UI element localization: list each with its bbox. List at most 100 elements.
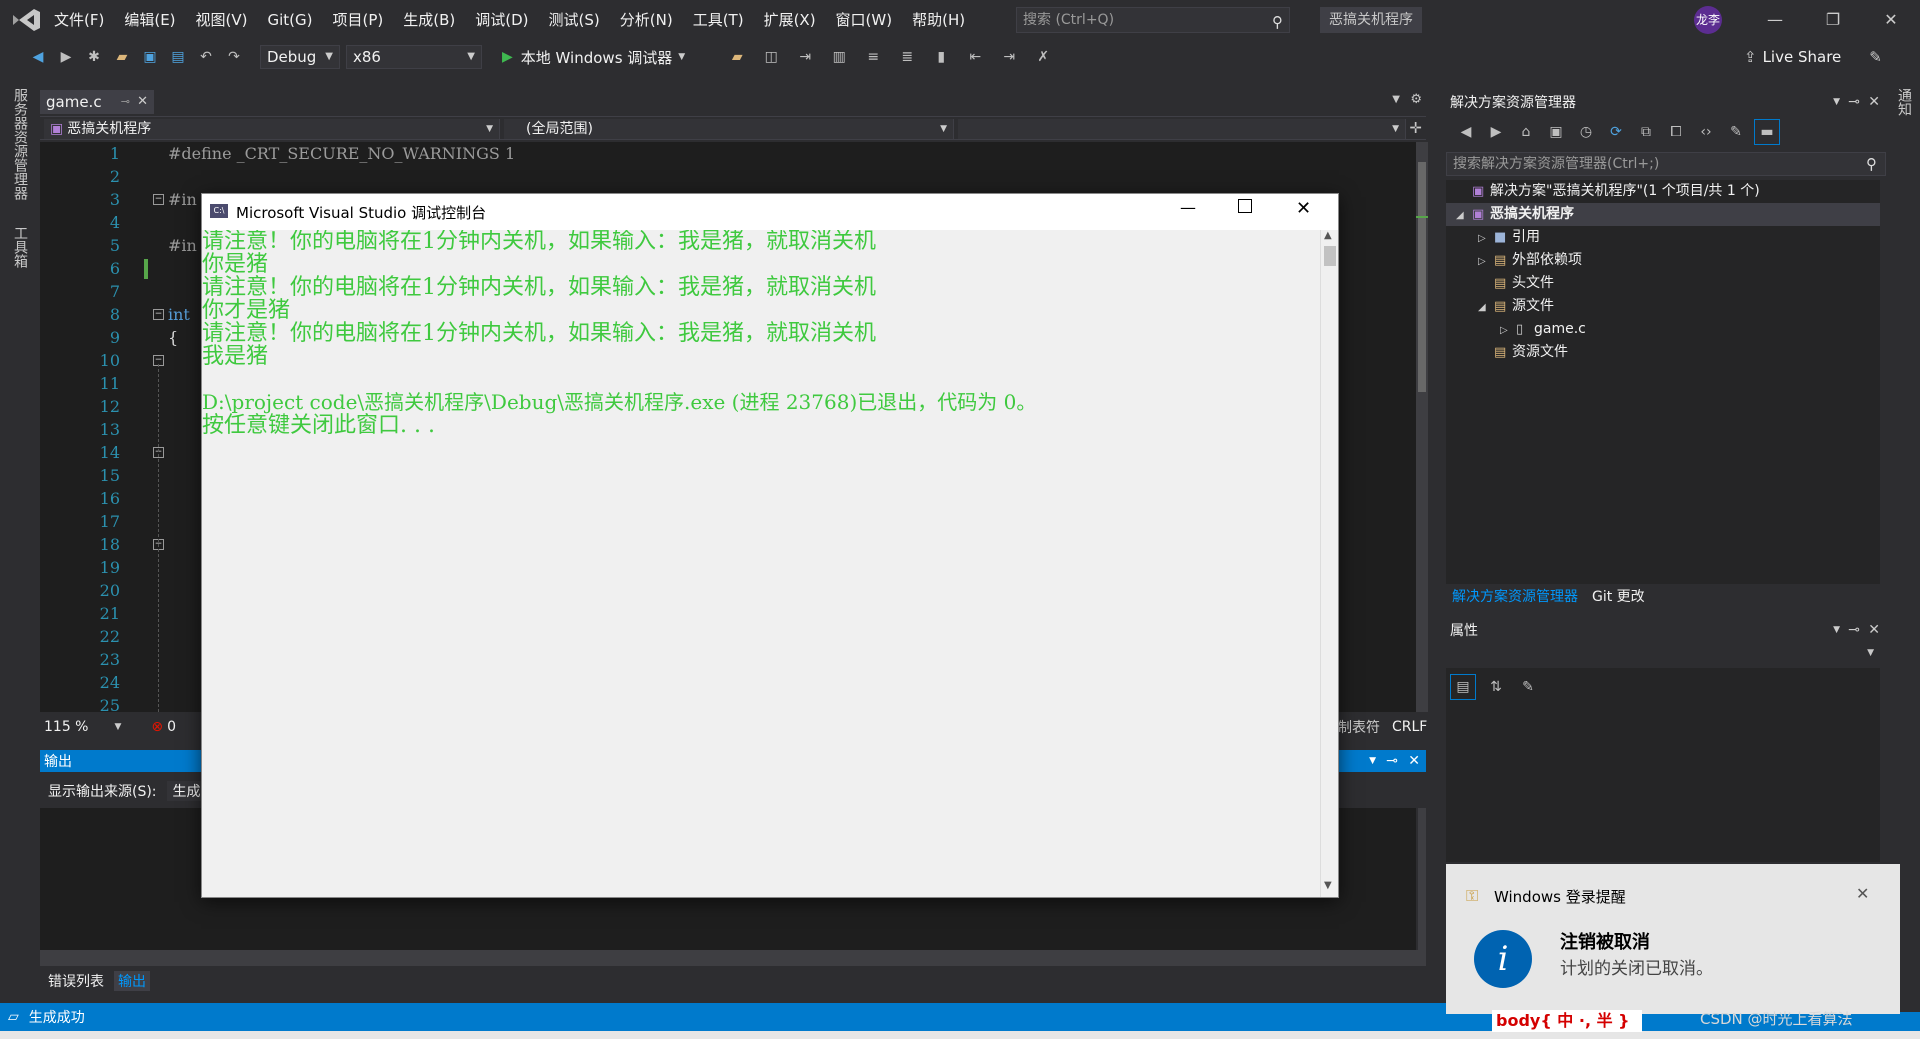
close-icon[interactable]: ✕ xyxy=(1408,753,1420,769)
collapse-icon[interactable]: − xyxy=(153,194,164,205)
tab-overflow-icon[interactable]: ▼ xyxy=(1392,94,1400,105)
error-count[interactable]: 0 xyxy=(167,719,176,735)
console-scrollbar[interactable]: ▲ ▼ xyxy=(1320,230,1338,897)
avatar[interactable]: 龙李 xyxy=(1694,6,1722,34)
editor-scrollbar[interactable] xyxy=(1416,142,1428,712)
property-pages-icon[interactable]: ✎ xyxy=(1516,675,1540,699)
notifications-tab[interactable]: 通知 xyxy=(1894,88,1914,116)
tree-item-references[interactable]: ▷ ■ 引用 xyxy=(1478,226,1540,249)
close-icon[interactable]: ✕ xyxy=(1856,884,1869,903)
output-scrollbar[interactable] xyxy=(1418,808,1426,950)
scrollbar-thumb[interactable] xyxy=(1418,162,1426,392)
chevron-down-icon[interactable]: ▼ xyxy=(1833,97,1840,107)
gear-icon[interactable]: ⚙ xyxy=(1410,92,1422,107)
indent-icon[interactable]: ≡ xyxy=(861,45,885,69)
pin-icon[interactable]: ⊸ xyxy=(121,90,130,114)
platform-select[interactable]: x86 ▼ xyxy=(346,45,482,69)
menu-window[interactable]: 窗口(W) xyxy=(826,0,903,40)
save-all-icon[interactable]: ▤ xyxy=(166,45,190,69)
tree-arrow[interactable]: ▷ xyxy=(1500,319,1516,342)
project-select[interactable]: ▣ 恶搞关机程序 ▼ xyxy=(44,119,500,139)
refresh-icon[interactable]: ⟳ xyxy=(1604,120,1628,144)
back-icon[interactable]: ◀ xyxy=(26,45,50,69)
forward-icon[interactable]: ▶ xyxy=(54,45,78,69)
properties-object-select[interactable]: ▼ xyxy=(1446,644,1880,668)
tab-mode[interactable]: 制表符 xyxy=(1338,717,1380,737)
menu-debug[interactable]: 调试(D) xyxy=(465,0,538,40)
back-icon[interactable]: ◀ xyxy=(1454,120,1478,144)
chevron-down-icon[interactable]: ▼ xyxy=(1833,625,1840,635)
tree-item-game-c[interactable]: ▷ ▯ game.c xyxy=(1500,318,1586,341)
show-all-files-icon[interactable]: ⧠ xyxy=(1664,120,1688,144)
switch-view-icon[interactable]: ▣ xyxy=(1544,120,1568,144)
wrench-icon[interactable]: ✎ xyxy=(1724,120,1748,144)
pin-icon[interactable]: ⊸ xyxy=(1386,753,1398,769)
bookmark-icon[interactable]: ▮ xyxy=(929,45,953,69)
line-ending[interactable]: CRLF xyxy=(1392,719,1427,735)
tree-item-external-deps[interactable]: ▷ ▤ 外部依赖项 xyxy=(1478,249,1582,272)
configuration-select[interactable]: Debug ▼ xyxy=(260,45,340,69)
tab-error-list[interactable]: 错误列表 xyxy=(48,971,104,991)
tab-git-changes[interactable]: Git 更改 xyxy=(1592,586,1645,606)
menu-file[interactable]: 文件(F) xyxy=(44,0,114,40)
tree-item-header-files[interactable]: ▤ 头文件 xyxy=(1478,272,1554,295)
menu-tools[interactable]: 工具(T) xyxy=(683,0,754,40)
toolbox-tab[interactable]: 工具箱 xyxy=(10,226,30,268)
clear-bookmarks-icon[interactable]: ✗ xyxy=(1031,45,1055,69)
menu-edit[interactable]: 编辑(E) xyxy=(114,0,185,40)
member-select[interactable]: ▼ xyxy=(958,119,1406,139)
home-icon[interactable]: ⌂ xyxy=(1514,120,1538,144)
save-icon[interactable]: ▣ xyxy=(138,45,162,69)
tree-arrow[interactable]: ▷ xyxy=(1478,227,1494,250)
close-icon[interactable]: ✕ xyxy=(1862,0,1920,40)
tree-item-solution[interactable]: ▣ 解决方案"恶搞关机程序"(1 个项目/共 1 个) xyxy=(1456,180,1760,203)
history-icon[interactable]: ◷ xyxy=(1574,120,1598,144)
browse-folder-icon[interactable]: ▰ xyxy=(725,45,749,69)
windows-toast-notification[interactable]: ⚿ Windows 登录提醒 ✕ i 注销被取消 计划的关闭已取消。 xyxy=(1446,864,1900,1014)
start-debugging-button[interactable]: ▶ 本地 Windows 调试器 ▼ xyxy=(502,47,685,68)
console-title-bar[interactable]: C:\ Microsoft Visual Studio 调试控制台 — ✕ xyxy=(202,194,1338,230)
maximize-icon[interactable] xyxy=(1238,199,1252,213)
menu-help[interactable]: 帮助(H) xyxy=(902,0,975,40)
next-bookmark-icon[interactable]: ⇥ xyxy=(997,45,1021,69)
feedback-icon[interactable]: ✎ xyxy=(1869,48,1882,66)
pin-icon[interactable]: ⊸ xyxy=(1848,94,1860,110)
layout-icon[interactable]: ▥ xyxy=(827,45,851,69)
view-code-icon[interactable]: ‹› xyxy=(1694,120,1718,144)
chevron-down-icon[interactable]: ▼ xyxy=(1369,756,1376,766)
outdent-icon[interactable]: ≣ xyxy=(895,45,919,69)
redo-icon[interactable]: ↷ xyxy=(222,45,246,69)
server-explorer-tab[interactable]: 服务器资源管理器 xyxy=(10,88,30,200)
menu-analyze[interactable]: 分析(N) xyxy=(610,0,683,40)
prev-bookmark-icon[interactable]: ⇤ xyxy=(963,45,987,69)
solution-search-input[interactable]: 搜索解决方案资源管理器(Ctrl+;) ⚲ xyxy=(1446,152,1886,176)
close-icon[interactable]: ✕ xyxy=(1868,94,1880,110)
tab-game-c[interactable]: game.c ⊸ ✕ xyxy=(40,90,154,114)
tree-item-resource-files[interactable]: ▤ 资源文件 xyxy=(1478,341,1568,364)
collapse-all-icon[interactable]: ⧉ xyxy=(1634,120,1658,144)
tab-solution-explorer[interactable]: 解决方案资源管理器 xyxy=(1452,586,1578,606)
minimize-icon[interactable]: — xyxy=(1746,0,1804,40)
pin-icon[interactable]: ⊸ xyxy=(1848,622,1860,638)
tree-item-project[interactable]: ◢ ▣ 恶搞关机程序 xyxy=(1446,203,1880,226)
step-icon[interactable]: ⇥ xyxy=(793,45,817,69)
close-icon[interactable]: ✕ xyxy=(137,90,148,114)
tree-item-source-files[interactable]: ◢ ▤ 源文件 xyxy=(1478,295,1554,318)
undo-icon[interactable]: ↶ xyxy=(194,45,218,69)
minimize-icon[interactable]: — xyxy=(1180,198,1196,217)
debug-console-window[interactable]: C:\ Microsoft Visual Studio 调试控制台 — ✕ 请注… xyxy=(201,193,1339,898)
tree-arrow[interactable]: ▷ xyxy=(1478,250,1494,273)
new-item-icon[interactable]: ✱ xyxy=(82,45,106,69)
screenshot-icon[interactable]: ◫ xyxy=(759,45,783,69)
menu-view[interactable]: 视图(V) xyxy=(186,0,258,40)
scrollbar-thumb[interactable] xyxy=(1324,246,1336,266)
forward-icon[interactable]: ▶ xyxy=(1484,120,1508,144)
close-icon[interactable]: ✕ xyxy=(1296,198,1311,219)
live-share-button[interactable]: ⇪ Live Share ✎ xyxy=(1744,44,1882,70)
scope-select[interactable]: (全局范围) ▼ xyxy=(504,119,954,139)
open-folder-icon[interactable]: ▰ xyxy=(110,45,134,69)
chevron-down-icon[interactable]: ▼ xyxy=(114,722,121,732)
preview-icon[interactable]: ▬ xyxy=(1754,119,1780,145)
zoom-level[interactable]: 115 % xyxy=(44,719,88,735)
tab-output[interactable]: 输出 xyxy=(114,971,150,991)
